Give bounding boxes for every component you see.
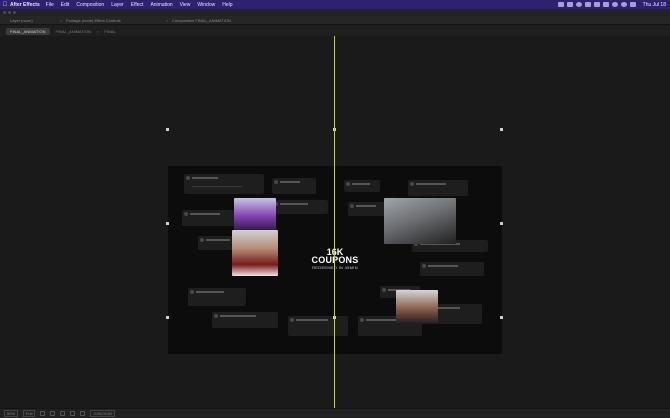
macos-menubar:  After Effects File Edit Composition La… — [0, 0, 670, 9]
minimize-window-icon[interactable] — [8, 11, 11, 14]
menubar-extra-icon[interactable] — [566, 2, 573, 7]
post-card — [344, 180, 380, 192]
battery-icon[interactable] — [602, 2, 609, 7]
menu-file[interactable]: File — [46, 2, 54, 8]
transform-handle[interactable] — [500, 128, 503, 131]
transparency-icon[interactable] — [60, 411, 66, 416]
app-menu[interactable]: After Effects — [10, 2, 40, 8]
grid-icon[interactable] — [40, 411, 46, 416]
post-card — [288, 316, 348, 336]
menubar-status-icons: Thu Jul 18 — [557, 2, 670, 8]
post-card — [272, 178, 316, 194]
post-card — [420, 262, 484, 276]
post-card — [188, 288, 246, 306]
menubar-clock[interactable]: Thu Jul 18 — [643, 2, 666, 8]
close-window-icon[interactable] — [3, 11, 6, 14]
wifi-icon[interactable] — [611, 2, 618, 7]
camera-icon[interactable] — [70, 411, 76, 416]
composition-viewer[interactable]: 16K COUPONS REDEEMED IN 45MIN — [0, 36, 670, 408]
post-card — [182, 210, 242, 226]
headline-subtitle: REDEEMED IN 45MIN — [312, 265, 358, 270]
post-card — [408, 180, 468, 196]
transform-handle[interactable] — [166, 316, 169, 319]
window-titlebar — [0, 9, 670, 16]
zoom-window-icon[interactable] — [13, 11, 16, 14]
transform-handle[interactable] — [166, 128, 169, 131]
transform-handle[interactable] — [500, 222, 503, 225]
resolution-select[interactable]: Full — [23, 410, 36, 417]
tab-label: Composition FINAL_ANIMATION — [172, 17, 231, 23]
tab-footage-panel[interactable]: × Footage (none) Effect Controls — [56, 18, 162, 23]
menu-composition[interactable]: Composition — [76, 2, 104, 8]
mask-icon[interactable] — [50, 411, 56, 416]
creator-photo — [396, 290, 438, 324]
vertical-guide-line[interactable] — [334, 36, 335, 408]
viewer-tab-bar: FINAL_ANIMATION FINAL_ANIMATION ‹ FINAL — [0, 26, 670, 36]
tab-label: Footage (none) Effect Controls — [66, 17, 121, 23]
tab-layer-panel[interactable]: Layer (none) — [0, 18, 56, 23]
record-icon[interactable] — [575, 2, 582, 7]
panel-tab-bar: Layer (none) × Footage (none) Effect Con… — [0, 16, 670, 25]
close-icon[interactable]: × — [60, 18, 62, 23]
menu-animation[interactable]: Animation — [150, 2, 172, 8]
menubar-extra-icon[interactable] — [584, 2, 591, 7]
creator-photo — [234, 198, 276, 232]
headline-word: COUPONS — [311, 255, 359, 265]
menu-view[interactable]: View — [180, 2, 191, 8]
menu-effect[interactable]: Effect — [131, 2, 144, 8]
transform-handle[interactable] — [166, 222, 169, 225]
creator-photo — [384, 198, 456, 244]
viewer-tab[interactable]: FINAL — [104, 29, 115, 34]
post-card — [212, 312, 278, 328]
timecode-display[interactable]: 0;00;00;00 — [90, 410, 116, 417]
viewer-tab[interactable]: FINAL_ANIMATION — [56, 29, 92, 34]
composition-frame[interactable]: 16K COUPONS REDEEMED IN 45MIN — [168, 166, 502, 354]
post-card — [348, 202, 388, 216]
apple-icon[interactable]:  — [0, 2, 10, 8]
transform-handle[interactable] — [500, 316, 503, 319]
viewer-tab-active[interactable]: FINAL_ANIMATION — [6, 27, 50, 35]
menubar-extra-icon[interactable] — [593, 2, 600, 7]
menu-edit[interactable]: Edit — [61, 2, 70, 8]
zoom-select[interactable]: 50% — [4, 410, 19, 417]
tab-composition-panel[interactable]: × Composition FINAL_ANIMATION — [162, 18, 239, 23]
tab-label: Layer (none) — [10, 17, 33, 23]
control-center-icon[interactable] — [629, 2, 636, 7]
post-card — [184, 174, 264, 194]
chevron-left-icon[interactable]: ‹ — [97, 29, 98, 34]
post-card — [272, 200, 328, 214]
viewer-status-bar: 50% Full 0;00;00;00 — [0, 408, 670, 418]
search-icon[interactable] — [620, 2, 627, 7]
menu-layer[interactable]: Layer — [111, 2, 124, 8]
close-icon[interactable]: × — [166, 18, 168, 23]
menubar-extra-icon[interactable] — [557, 2, 564, 7]
menu-window[interactable]: Window — [197, 2, 215, 8]
menu-help[interactable]: Help — [222, 2, 232, 8]
creator-photo — [232, 230, 278, 276]
headline-overlay: 16K COUPONS REDEEMED IN 45MIN — [298, 248, 372, 271]
color-channel-icon[interactable] — [80, 411, 86, 416]
